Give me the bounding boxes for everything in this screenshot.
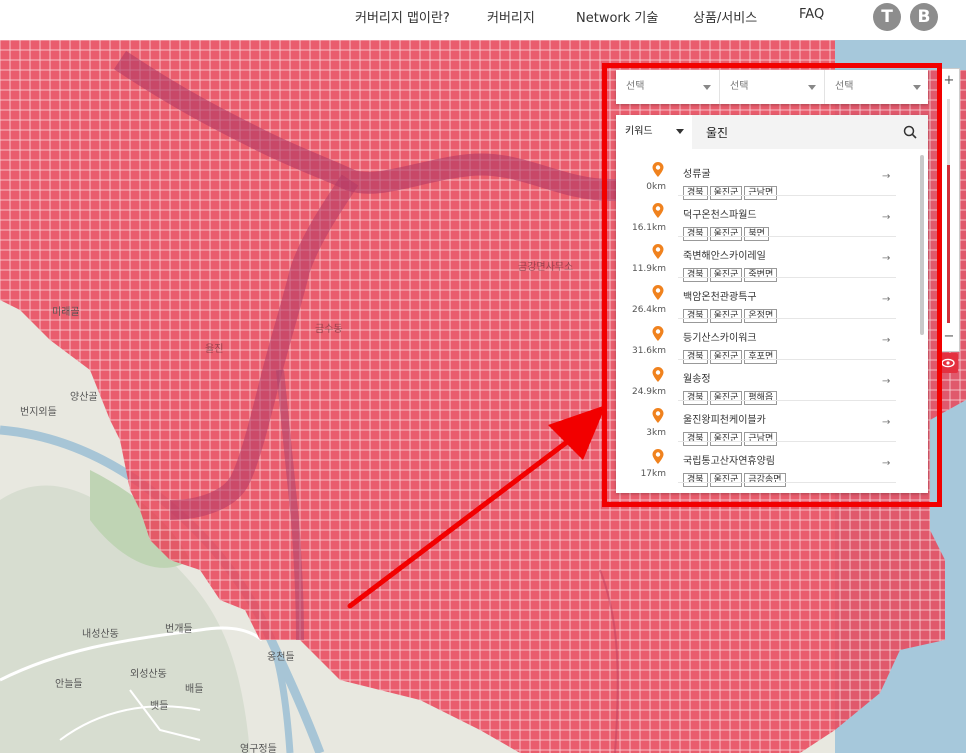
map-label: 내성산동 [82, 629, 119, 640]
divider [678, 482, 896, 483]
nav-products-services[interactable]: 상품/서비스 [693, 7, 757, 26]
arrow-right-icon: → [882, 212, 891, 223]
map-label: 금강면사무소 [518, 262, 574, 273]
zoom-out-button[interactable]: − [939, 327, 959, 347]
map-label: 양산골 [70, 392, 98, 403]
map-label: 율진 [205, 344, 224, 355]
top-nav: 커버리지 맵이란? 커버리지 Network 기술 상품/서비스 FAQ T B [0, 0, 966, 40]
b-brand-button[interactable]: B [910, 3, 938, 31]
search-panel: 키워드 0km성류굴경북울진군근남면→16.1km덕구온천스파월드경북울진군북면… [616, 115, 928, 493]
result-item[interactable]: 11.9km 죽변해안스카이레일 경북 울진군 죽변면 → [616, 237, 916, 282]
region-tag: 경북 [683, 473, 708, 487]
map-label: 번개들 [165, 624, 193, 635]
result-tags: 경북 울진군 금강송면 [683, 467, 788, 487]
result-item[interactable]: 3km 울진왕피천케이블카 경북 울진군 근남면 → [616, 401, 916, 446]
map-label: 옹천들 [267, 652, 295, 663]
nav-faq[interactable]: FAQ [799, 7, 824, 22]
arrow-right-icon: → [882, 458, 891, 469]
zoom-in-button[interactable]: + [939, 71, 959, 91]
search-type-label: 키워드 [625, 126, 653, 137]
t-brand-button[interactable]: T [873, 3, 901, 31]
result-name: 덕구온천스파월드 [683, 210, 757, 221]
chevron-down-icon [676, 129, 684, 134]
map-label: 번지외들 [20, 407, 57, 418]
arrow-right-icon: → [882, 376, 891, 387]
result-distance: 26.4km [631, 305, 666, 315]
map-label: 영구정들 [240, 744, 277, 753]
result-item[interactable]: 26.4km 백암온천관광특구 경북 울진군 온정면 → [616, 278, 916, 323]
region-select-bar: 선택 선택 선택 [616, 70, 928, 104]
result-item[interactable]: 17km 국립통고산자연휴양림 경북 울진군 금강송면 → [616, 442, 916, 487]
result-name: 죽변해안스카이레일 [683, 251, 766, 262]
result-name: 성류굴 [683, 169, 711, 180]
map-label: 뱃들 [150, 701, 169, 712]
location-pin-icon [652, 449, 664, 464]
arrow-right-icon: → [882, 335, 891, 346]
nav-coverage-map-intro[interactable]: 커버리지 맵이란? [355, 7, 450, 26]
result-distance: 3km [646, 428, 666, 438]
arrow-right-icon: → [882, 294, 891, 305]
chevron-down-icon [703, 85, 711, 90]
location-pin-icon [652, 367, 664, 382]
region-tag: 금강송면 [744, 473, 786, 487]
result-item[interactable]: 31.6km 등기산스카이워크 경북 울진군 후포면 → [616, 319, 916, 364]
location-pin-icon [652, 408, 664, 423]
search-row: 키워드 [616, 115, 928, 149]
map-label: 금수동 [315, 324, 343, 335]
map-label: 안늘들 [55, 679, 83, 690]
region-select-2[interactable]: 선택 [719, 70, 824, 104]
zoom-level-fill [947, 165, 950, 323]
location-pin-icon [652, 203, 664, 218]
region-tag: 울진군 [709, 473, 743, 487]
result-list: 0km 성류굴 경북 울진군 근남면 → 16.1km 덕구온천스파월드 경북 울진군 북면 → 11.… [616, 155, 916, 493]
result-distance: 24.9km [631, 387, 666, 397]
result-name: 월송정 [683, 374, 711, 385]
result-name: 등기산스카이워크 [683, 333, 757, 344]
location-pin-icon [652, 162, 664, 177]
chevron-down-icon [913, 85, 921, 90]
map-label: 미래골 [52, 307, 80, 318]
zoom-control: + − [938, 68, 960, 352]
result-distance: 17km [640, 469, 666, 479]
arrow-right-icon: → [882, 171, 891, 182]
location-pin-icon [652, 326, 664, 341]
search-input[interactable] [700, 121, 902, 143]
arrow-right-icon: → [882, 253, 891, 264]
location-pin-icon [652, 285, 664, 300]
map-label: 외성산동 [130, 669, 167, 680]
search-type-select[interactable]: 키워드 [616, 115, 692, 149]
select-label: 선택 [730, 81, 749, 92]
select-label: 선택 [626, 81, 645, 92]
eye-icon [941, 358, 955, 368]
select-label: 선택 [835, 81, 854, 92]
result-name: 울진왕피천케이블카 [683, 415, 766, 426]
list-scrollbar[interactable] [920, 155, 924, 335]
result-name: 백암온천관광특구 [683, 292, 757, 303]
region-select-3[interactable]: 선택 [824, 70, 929, 104]
map-label: 배들 [185, 684, 204, 695]
search-icon[interactable] [902, 124, 918, 140]
result-distance: 11.9km [631, 264, 666, 274]
location-pin-icon [652, 244, 664, 259]
result-name: 국립통고산자연휴양림 [683, 456, 775, 467]
nav-coverage[interactable]: 커버리지 [487, 7, 535, 26]
nav-network-tech[interactable]: Network 기술 [576, 7, 658, 26]
region-select-1[interactable]: 선택 [616, 70, 719, 104]
visibility-toggle-button[interactable] [938, 353, 958, 373]
arrow-right-icon: → [882, 417, 891, 428]
result-item[interactable]: 16.1km 덕구온천스파월드 경북 울진군 북면 → [616, 196, 916, 241]
result-distance: 0km [646, 182, 666, 192]
chevron-down-icon [808, 85, 816, 90]
result-distance: 16.1km [631, 223, 666, 233]
result-item[interactable]: 24.9km 월송정 경북 울진군 평해읍 → [616, 360, 916, 405]
result-item[interactable]: 0km 성류굴 경북 울진군 근남면 → [616, 155, 916, 200]
result-distance: 31.6km [631, 346, 666, 356]
